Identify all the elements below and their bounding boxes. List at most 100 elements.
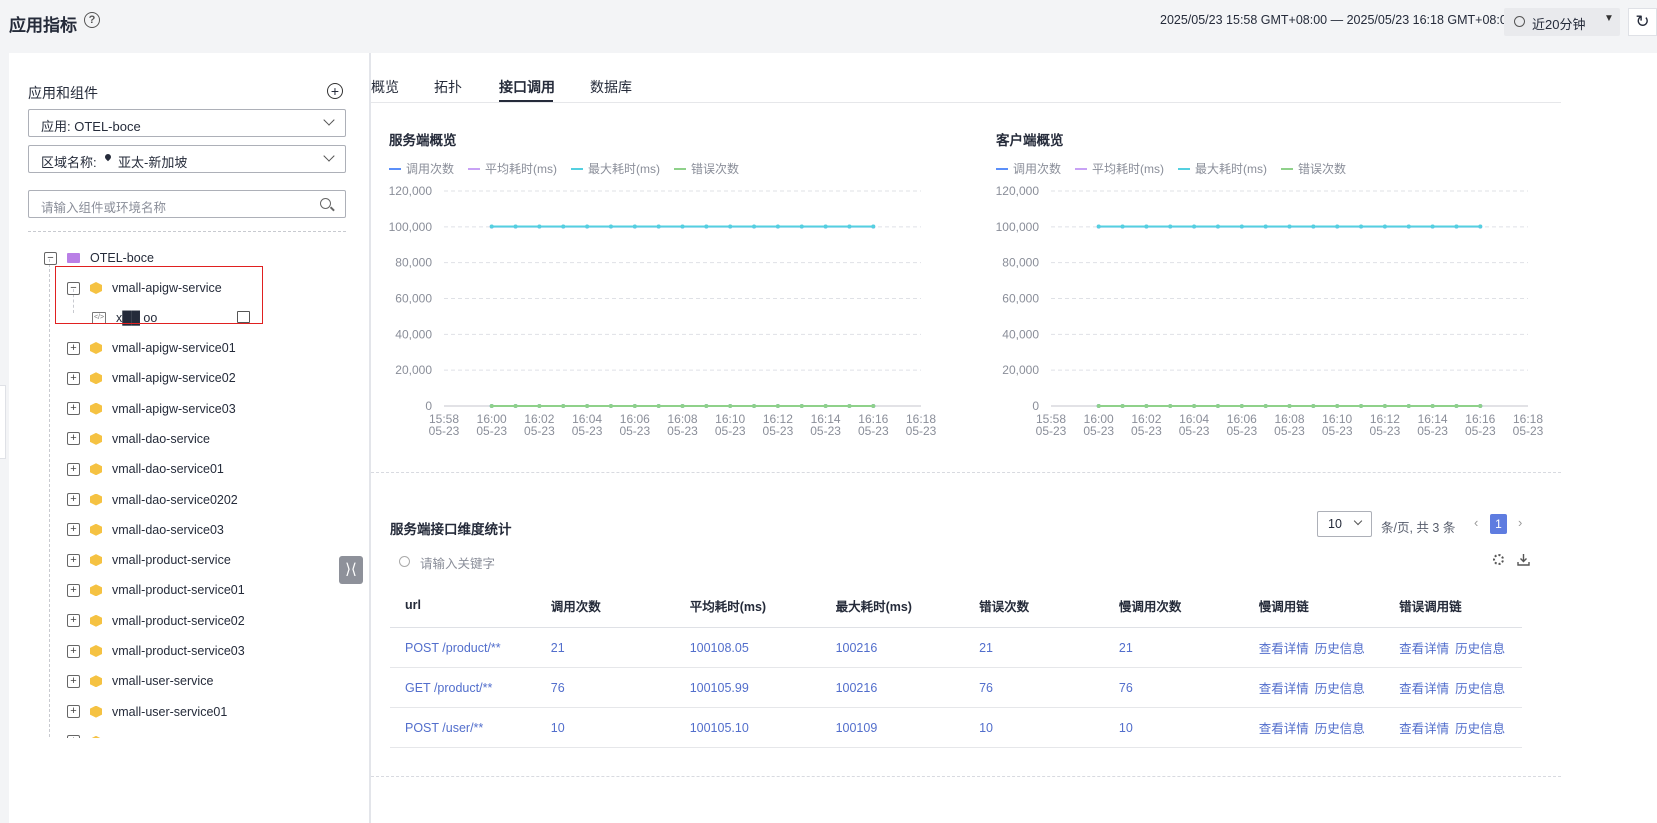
series-point	[489, 403, 494, 408]
next-page-icon[interactable]: ›	[1518, 515, 1522, 530]
history-link[interactable]: 历史信息	[1315, 642, 1365, 656]
tree-node[interactable]: + vmall-dao-service03	[67, 515, 224, 545]
legend-item[interactable]: 平均耗时(ms)	[1075, 160, 1164, 177]
prev-page-icon[interactable]: ‹	[1474, 515, 1478, 530]
tree-node[interactable]: + vmall-product-service01	[67, 575, 245, 605]
history-link[interactable]: 历史信息	[1315, 722, 1365, 736]
expand-icon[interactable]: +	[67, 674, 80, 688]
cell-url[interactable]: POST /user/**	[390, 707, 536, 748]
tree-node[interactable]: + vmall-dao-service0202	[67, 485, 238, 515]
region-select[interactable]: 区域名称: 亚太-新加坡	[28, 145, 346, 173]
series-point	[704, 403, 709, 408]
expand-icon[interactable]: +	[67, 735, 80, 738]
expand-icon[interactable]: +	[67, 493, 80, 506]
legend-item[interactable]: 调用次数	[389, 160, 454, 177]
history-link[interactable]: 历史信息	[1455, 682, 1505, 696]
expand-icon[interactable]: +	[67, 614, 80, 628]
series-point	[656, 403, 661, 408]
tree-node[interactable]: + vmall-apigw-service02	[67, 363, 236, 393]
region-select-value: 亚太-新加坡	[118, 155, 188, 170]
legend-label: 调用次数	[1013, 162, 1062, 176]
client-line-chart[interactable]: 020,00040,00060,00080,000100,000120,0001…	[988, 181, 1548, 441]
app-select[interactable]: 应用: OTEL-boce	[28, 109, 346, 137]
series-point	[632, 403, 637, 408]
tab-database[interactable]: 数据库	[590, 77, 632, 97]
page-size-select[interactable]: 10	[1317, 511, 1372, 537]
history-link[interactable]: 历史信息	[1455, 642, 1505, 656]
series-point	[489, 224, 494, 229]
legend-item[interactable]: 最大耗时(ms)	[1178, 160, 1267, 177]
cell-max: 100216	[820, 627, 965, 668]
series-point	[1311, 224, 1316, 229]
legend-item[interactable]: 错误次数	[1281, 160, 1346, 177]
download-icon[interactable]	[1517, 553, 1530, 566]
cell-url[interactable]: POST /product/**	[390, 627, 536, 668]
x-tick-sublabel: 05-23	[1274, 424, 1305, 438]
tab-overview[interactable]: 概览	[371, 77, 399, 97]
x-tick-sublabel: 05-23	[810, 424, 841, 438]
tree-node[interactable]: + vmall-dao-service01	[67, 454, 224, 484]
main-panel: 概览 拓扑 接口调用 数据库 服务端概览 调用次数 平均耗时(ms) 最大耗时(…	[371, 53, 1657, 823]
cell-error-trace: 查看详情 历史信息	[1384, 667, 1522, 708]
expand-icon[interactable]: +	[67, 462, 80, 476]
add-icon[interactable]: +	[327, 83, 343, 99]
tab-topology[interactable]: 拓扑	[434, 77, 462, 97]
history-link[interactable]: 历史信息	[1455, 722, 1505, 736]
expand-icon[interactable]: +	[67, 705, 80, 719]
series-point	[1406, 224, 1411, 229]
history-link[interactable]: 历史信息	[1315, 682, 1365, 696]
legend-item[interactable]: 错误次数	[674, 160, 739, 177]
tree-node[interactable]: + vmall-dao-service	[67, 424, 210, 454]
tree-node[interactable]: + vmall-product-service03	[67, 636, 245, 666]
y-tick-label: 40,000	[1002, 327, 1039, 341]
series-point	[871, 403, 876, 408]
expand-icon[interactable]: +	[67, 523, 80, 537]
collapse-panel-button[interactable]: ⟩⟨	[339, 556, 363, 584]
legend-item[interactable]: 最大耗时(ms)	[571, 160, 660, 177]
expand-icon[interactable]: +	[67, 644, 80, 658]
settings-icon[interactable]	[1493, 554, 1504, 565]
expand-icon[interactable]: +	[67, 371, 80, 385]
help-icon[interactable]: ?	[84, 12, 100, 28]
tree-node[interactable]: + vmall-product-service02	[67, 606, 245, 636]
component-search-input[interactable]: 请输入组件或环境名称	[28, 190, 346, 218]
search-icon[interactable]	[320, 198, 331, 209]
tree-node[interactable]: + vmall-apigw-service03	[67, 394, 236, 424]
expand-icon[interactable]: +	[67, 583, 80, 597]
refresh-button[interactable]: ↻	[1628, 8, 1657, 36]
series-point	[1215, 224, 1220, 229]
series-point	[1239, 403, 1244, 408]
series-point	[775, 403, 780, 408]
side-drawer-handle[interactable]	[0, 385, 6, 459]
cell-errors: 21	[964, 627, 1104, 668]
view-detail-link[interactable]: 查看详情	[1259, 642, 1309, 656]
caret-down-icon[interactable]: ▼	[1604, 13, 1614, 24]
view-detail-link[interactable]: 查看详情	[1259, 682, 1309, 696]
cell-url[interactable]: GET /product/**	[390, 667, 536, 708]
legend-item[interactable]: 平均耗时(ms)	[468, 160, 557, 177]
tree-node[interactable]: + vmall-user-service01	[67, 697, 227, 727]
legend-item[interactable]: 调用次数	[996, 160, 1061, 177]
tree-node-partial[interactable]: +	[67, 727, 112, 738]
page-button-current[interactable]: 1	[1490, 514, 1507, 534]
view-detail-link[interactable]: 查看详情	[1399, 722, 1449, 736]
view-detail-link[interactable]: 查看详情	[1399, 642, 1449, 656]
series-point	[585, 403, 590, 408]
series-point	[752, 224, 757, 229]
expand-icon[interactable]: +	[67, 432, 80, 446]
expand-icon[interactable]: +	[67, 553, 80, 567]
x-tick-sublabel: 05-23	[858, 424, 889, 438]
tree-node[interactable]: + vmall-product-service	[67, 545, 231, 575]
keyword-search-input[interactable]: 请输入关键字	[420, 553, 495, 572]
expand-icon[interactable]: +	[67, 341, 80, 355]
collapse-icon[interactable]: −	[44, 251, 57, 265]
view-detail-link[interactable]: 查看详情	[1259, 722, 1309, 736]
tab-interface-calls[interactable]: 接口调用	[499, 77, 555, 97]
tree-node[interactable]: + vmall-user-service	[67, 666, 213, 696]
view-detail-link[interactable]: 查看详情	[1399, 682, 1449, 696]
time-range-select[interactable]: 近20分钟 ▼	[1504, 8, 1620, 36]
y-tick-label: 80,000	[1002, 256, 1039, 270]
server-line-chart[interactable]: 020,00040,00060,00080,000100,000120,0001…	[381, 181, 941, 441]
expand-icon[interactable]: +	[67, 402, 80, 416]
tree-node[interactable]: + vmall-apigw-service01	[67, 333, 236, 363]
